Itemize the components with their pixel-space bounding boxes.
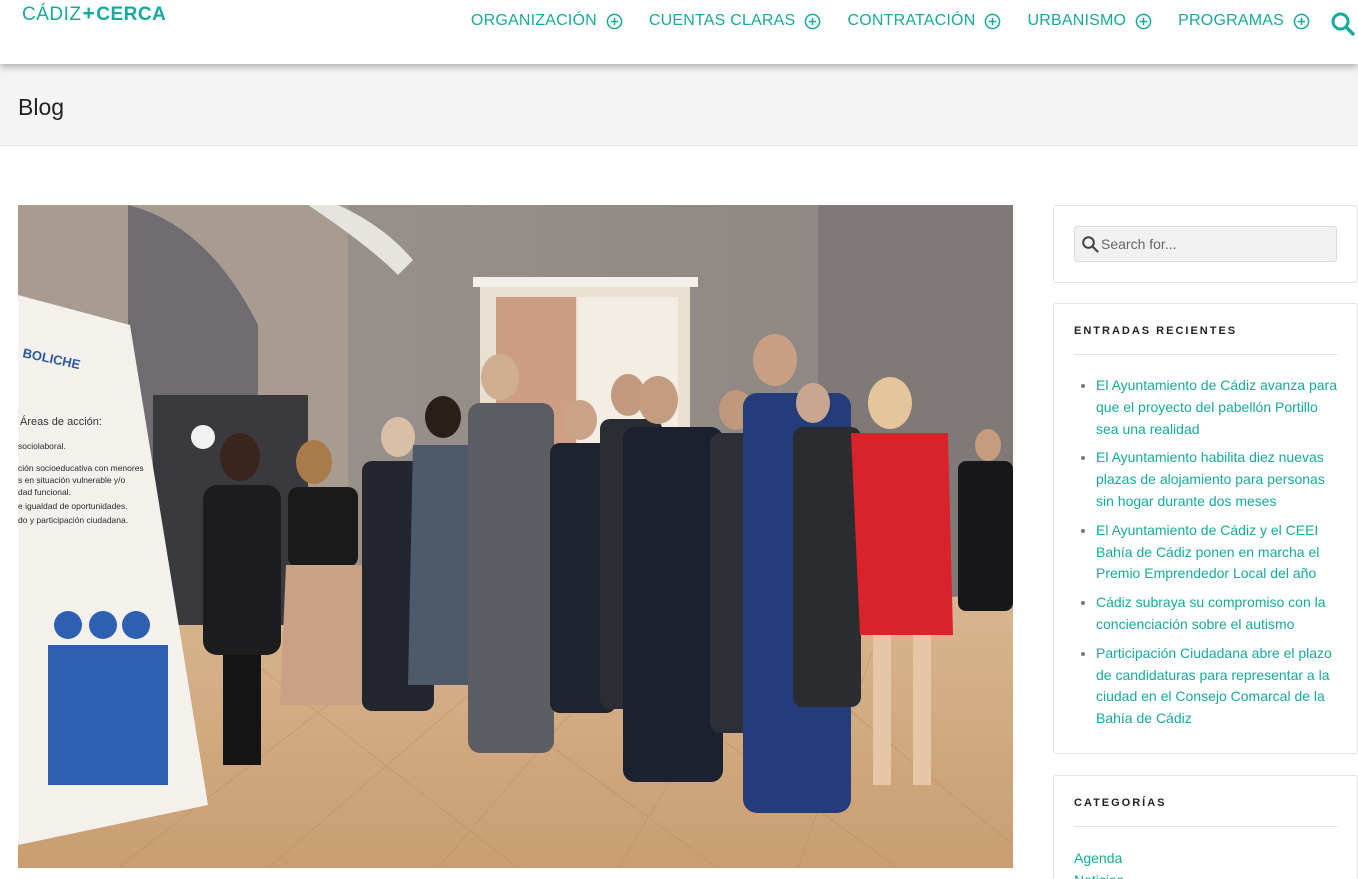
nav-item-programas[interactable]: PROGRAMAS xyxy=(1178,12,1310,30)
widget-divider xyxy=(1074,826,1337,827)
logo-plus: + xyxy=(82,2,96,25)
recent-posts-widget: ENTRADAS RECIENTES El Ayuntamiento de Cá… xyxy=(1053,303,1358,754)
category-link[interactable]: Agenda xyxy=(1074,847,1124,869)
search-icon xyxy=(1082,236,1099,253)
nav-item-label: PROGRAMAS xyxy=(1178,12,1284,29)
sidebar-search-box xyxy=(1074,226,1337,262)
recent-post-link[interactable]: El Ayuntamiento de Cádiz y el CEEI Bahía… xyxy=(1096,522,1319,582)
sidebar-search-input[interactable] xyxy=(1101,227,1333,261)
categories-list: Agenda Noticias xyxy=(1074,847,1124,879)
list-item: El Ayuntamiento de Cádiz avanza para que… xyxy=(1076,375,1344,440)
site-header: CÁDIZ+CERCA ORGANIZACIÓN CUENTAS CLARAS … xyxy=(0,0,1358,64)
poster-line: ción socioeducativa con menores xyxy=(18,463,144,473)
poster-line: do y participación ciudadana. xyxy=(18,515,128,525)
list-item: El Ayuntamiento de Cádiz y el CEEI Bahía… xyxy=(1076,520,1344,585)
poster-line: e igualdad de oportunidades. xyxy=(18,501,128,511)
nav-item-organizacion[interactable]: ORGANIZACIÓN xyxy=(471,12,623,30)
page-title-bar: Blog xyxy=(0,64,1358,146)
nav-item-label: CUENTAS CLARAS xyxy=(648,12,796,29)
logo-text-light: CÁDIZ xyxy=(22,4,82,25)
plus-circle-icon xyxy=(606,13,623,29)
list-item: Participación Ciudadana abre el plazo de… xyxy=(1076,643,1344,730)
featured-image[interactable]: BOLICHE Áreas de acción: sociolaboral. c… xyxy=(18,205,1013,868)
recent-post-link[interactable]: Participación Ciudadana abre el plazo de… xyxy=(1096,645,1332,726)
nav-item-label: URBANISMO xyxy=(1027,12,1127,29)
featured-photo: BOLICHE Áreas de acción: sociolaboral. c… xyxy=(18,205,1013,868)
plus-circle-icon xyxy=(805,13,821,29)
main-nav: ORGANIZACIÓN CUENTAS CLARAS CONTRATACIÓN… xyxy=(445,12,1310,30)
plus-circle-icon xyxy=(985,13,1001,29)
plus-circle-icon xyxy=(1293,13,1310,29)
poster-line: dad funcional. xyxy=(18,487,71,497)
search-widget xyxy=(1053,205,1358,283)
category-link[interactable]: Noticias xyxy=(1074,869,1124,879)
poster-line: sociolaboral. xyxy=(18,441,66,451)
poster-line: s en situación vulnerable y/o xyxy=(18,475,126,485)
page-title: Blog xyxy=(18,94,65,120)
poster-heading: Áreas de acción: xyxy=(20,415,102,428)
list-item: El Ayuntamiento habilita diez nuevas pla… xyxy=(1076,447,1344,512)
nav-item-urbanismo[interactable]: URBANISMO xyxy=(1027,12,1152,30)
recent-post-link[interactable]: El Ayuntamiento habilita diez nuevas pla… xyxy=(1096,449,1325,509)
list-item: Cádiz subraya su compromiso con la conci… xyxy=(1076,592,1344,636)
categories-widget: CATEGORÍAS Agenda Noticias xyxy=(1053,775,1358,879)
nav-item-contratacion[interactable]: CONTRATACIÓN xyxy=(847,12,1001,30)
nav-item-cuentas-claras[interactable]: CUENTAS CLARAS xyxy=(649,12,822,30)
nav-item-label: ORGANIZACIÓN xyxy=(470,12,597,29)
recent-posts-list: El Ayuntamiento de Cádiz avanza para que… xyxy=(1076,375,1344,737)
site-logo[interactable]: CÁDIZ+CERCA xyxy=(22,2,166,26)
recent-post-link[interactable]: El Ayuntamiento de Cádiz avanza para que… xyxy=(1096,377,1337,437)
search-icon[interactable] xyxy=(1330,11,1356,37)
widget-title: ENTRADAS RECIENTES xyxy=(1074,325,1238,337)
plus-circle-icon xyxy=(1135,13,1152,29)
recent-post-link[interactable]: Cádiz subraya su compromiso con la conci… xyxy=(1096,594,1326,632)
logo-text-bold: CERCA xyxy=(96,4,167,25)
widget-title: CATEGORÍAS xyxy=(1074,797,1167,809)
nav-item-label: CONTRATACIÓN xyxy=(847,12,976,29)
widget-divider xyxy=(1074,354,1337,355)
